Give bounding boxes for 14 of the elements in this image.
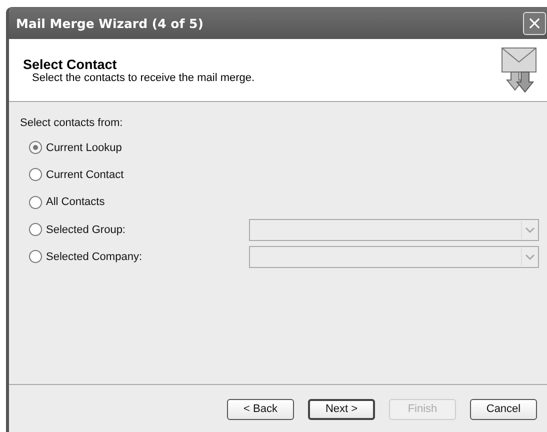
radio-option[interactable]: Selected Company:	[20, 250, 250, 264]
window-title: Mail Merge Wizard (4 of 5)	[16, 16, 204, 31]
wizard-button[interactable]: Cancel	[470, 398, 537, 420]
page-title: Select Contact	[23, 56, 118, 72]
page-subtitle: Select the contacts to receive the mail merge.	[31, 72, 255, 84]
wizard-button[interactable]: < Back	[227, 398, 294, 420]
radio-option[interactable]: Selected Group:	[20, 223, 250, 236]
close-button[interactable]: ×	[523, 12, 546, 35]
radio-option[interactable]: Current Contact	[20, 168, 254, 182]
radio-option[interactable]: All Contacts	[20, 196, 254, 209]
envelope-arrows-icon	[501, 47, 537, 93]
wizard-button[interactable]: Next >	[308, 398, 375, 420]
group-label: Select contacts from:	[20, 117, 124, 129]
radio-option[interactable]: Current Lookup	[20, 141, 254, 154]
